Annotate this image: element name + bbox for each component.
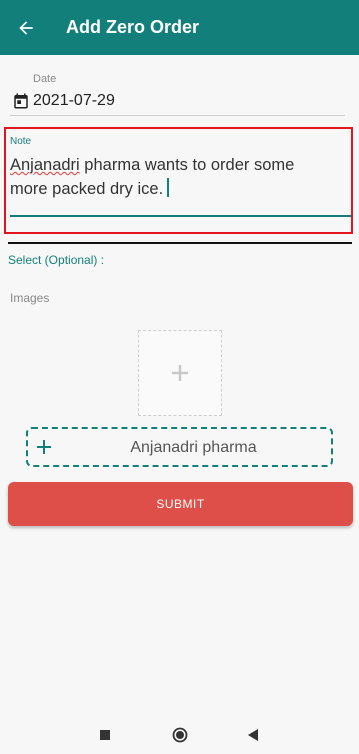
select-optional-label[interactable]: Select (Optional) : <box>8 253 104 267</box>
add-image-button[interactable] <box>138 330 222 416</box>
triangle-back-icon[interactable] <box>248 729 258 741</box>
customer-name: Anjanadri pharma <box>130 439 257 456</box>
section-divider <box>8 242 352 244</box>
note-input-text[interactable]: Anjanadri pharma wants to order some mor… <box>10 153 330 201</box>
calendar-icon <box>14 93 28 109</box>
text-caret <box>167 178 170 197</box>
date-value: 2021-07-29 <box>33 92 115 109</box>
plus-icon <box>172 365 188 381</box>
back-button[interactable] <box>14 16 38 40</box>
date-label: Date <box>33 73 57 85</box>
note-label: Note <box>10 136 32 147</box>
system-nav-bar <box>0 714 359 754</box>
submit-button[interactable]: SUBMIT <box>8 482 353 526</box>
date-underline <box>10 115 345 116</box>
add-customer-button[interactable]: Anjanadri pharma <box>26 427 333 467</box>
circle-icon[interactable] <box>172 727 188 743</box>
misspelled-word: Anjanadri <box>10 156 80 174</box>
date-field[interactable]: 2021-07-29 <box>12 92 115 110</box>
note-field[interactable]: Note Anjanadri pharma wants to order som… <box>4 127 353 234</box>
app-bar: Add Zero Order <box>0 0 359 55</box>
arrow-left-icon <box>19 21 33 35</box>
square-icon[interactable] <box>100 730 110 740</box>
page-title: Add Zero Order <box>66 17 200 37</box>
images-label: Images <box>10 291 50 305</box>
note-underline <box>10 215 351 217</box>
